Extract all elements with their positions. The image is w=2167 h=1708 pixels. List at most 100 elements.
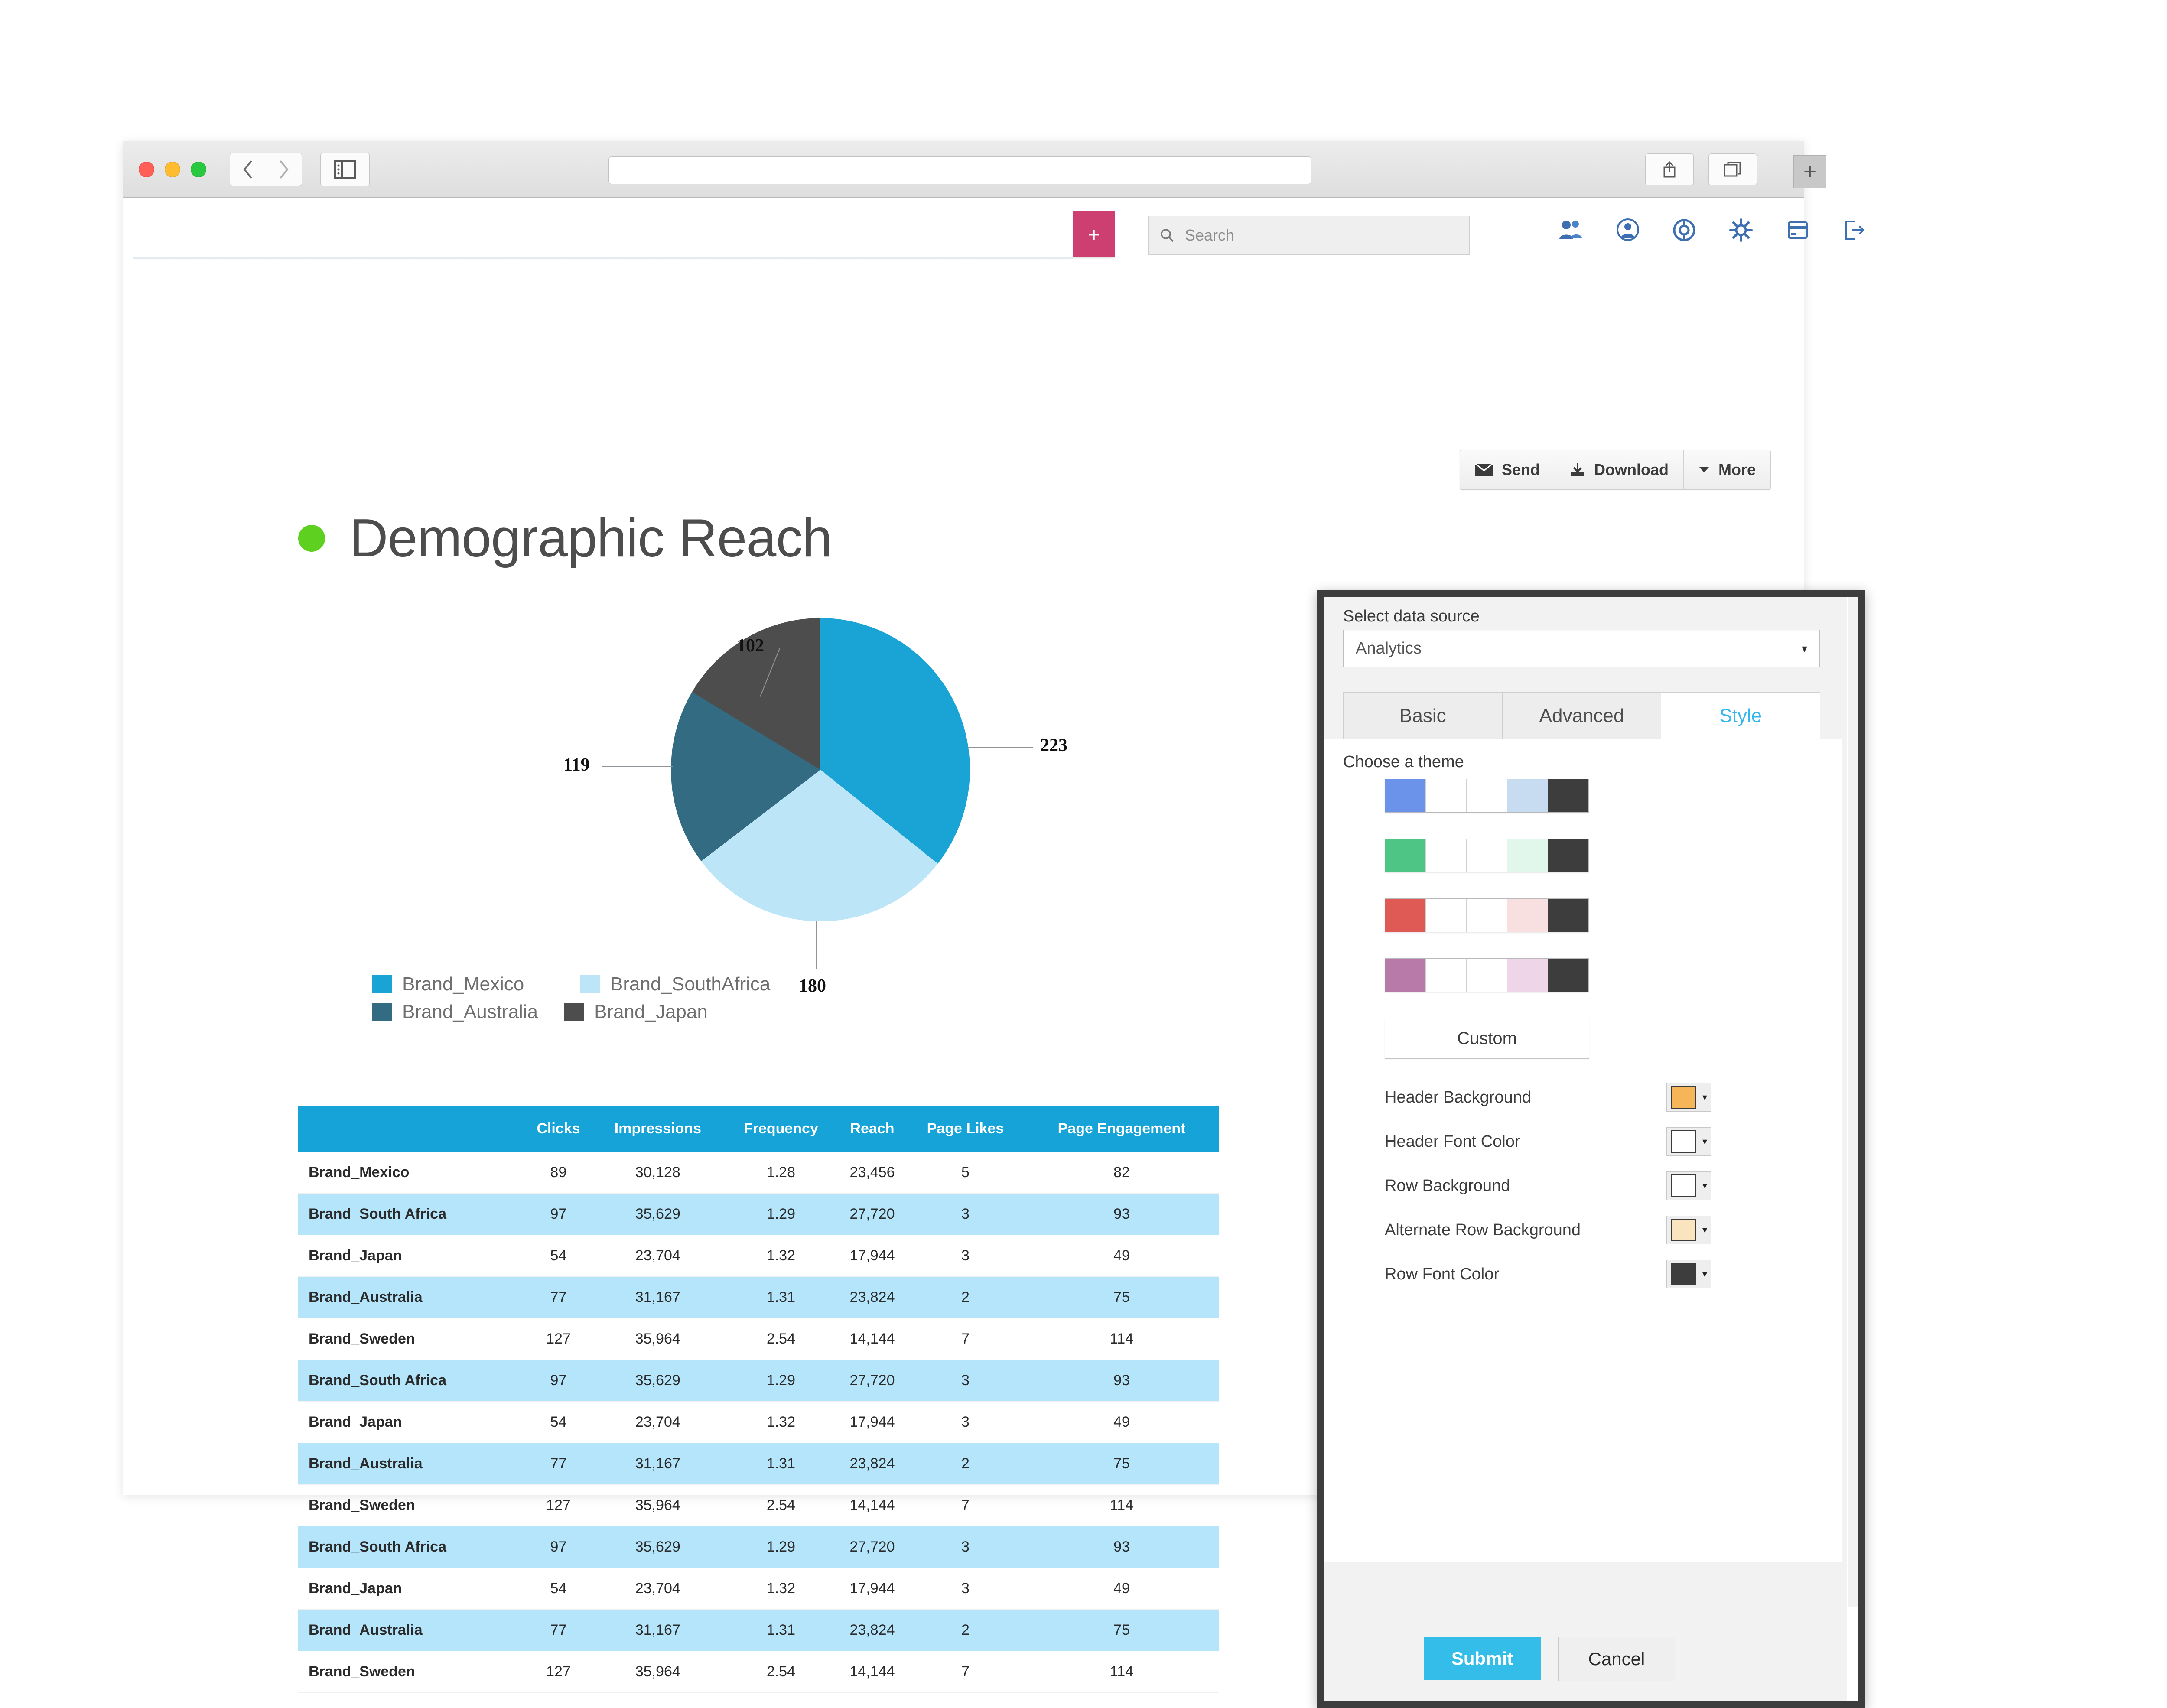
- table-row[interactable]: Brand_Japan 54 23,704 1.32 17,944 3 49: [298, 1401, 1219, 1443]
- back-button[interactable]: [230, 152, 266, 186]
- table-cell-value: 23,704: [591, 1401, 724, 1443]
- modal-footer: Submit Cancel: [1324, 1616, 1842, 1701]
- table-row[interactable]: Brand_Sweden 127 35,964 2.54 14,144 7 114: [298, 1651, 1219, 1693]
- chrome-right-buttons: [1645, 153, 1757, 185]
- theme-option-red[interactable]: [1385, 898, 1589, 932]
- users-icon[interactable]: [1558, 218, 1583, 242]
- tab-style[interactable]: Style: [1661, 692, 1821, 739]
- table-cell-name: Brand_South Africa: [298, 1193, 525, 1235]
- address-bar[interactable]: [608, 156, 1311, 184]
- color-chip: [1671, 1086, 1696, 1109]
- send-label: Send: [1501, 461, 1540, 478]
- submit-button[interactable]: Submit: [1424, 1637, 1541, 1680]
- add-button[interactable]: +: [1073, 211, 1115, 257]
- modal-scrollbar[interactable]: [1847, 597, 1858, 1701]
- table-row[interactable]: Brand_Australia 77 31,167 1.31 23,824 2 75: [298, 1443, 1219, 1485]
- table-header-reach[interactable]: Reach: [838, 1106, 907, 1152]
- theme-option-purple[interactable]: [1385, 958, 1589, 992]
- page-title: Demographic Reach: [349, 508, 832, 568]
- new-tab-button[interactable]: +: [1793, 155, 1826, 188]
- color-chip: [1671, 1174, 1696, 1197]
- more-label: More: [1718, 461, 1756, 478]
- show-tabs-icon: [1724, 162, 1741, 177]
- page-title-row: Demographic Reach: [298, 508, 832, 569]
- close-window-icon[interactable]: [139, 161, 154, 177]
- theme-swatch: [1426, 899, 1467, 932]
- table-cell-value: 7: [906, 1651, 1025, 1693]
- table-header-name[interactable]: [298, 1106, 525, 1152]
- table-cell-value: 77: [525, 1276, 592, 1318]
- table-cell-value: 35,629: [591, 1193, 724, 1235]
- table-row[interactable]: Brand_Australia 77 31,167 1.31 23,824 2 75: [298, 1609, 1219, 1651]
- minimize-window-icon[interactable]: [165, 161, 180, 177]
- chevron-down-icon: ▾: [1801, 641, 1807, 655]
- custom-theme-button[interactable]: Custom: [1385, 1018, 1589, 1059]
- table-header-clicks[interactable]: Clicks: [525, 1106, 592, 1152]
- search-placeholder: Search: [1185, 226, 1235, 244]
- table-row[interactable]: Brand_Sweden 127 35,964 2.54 14,144 7 114: [298, 1484, 1219, 1526]
- legend-swatch: [372, 1003, 392, 1021]
- pie-label-102: 102: [737, 636, 764, 656]
- table-cell-value: 23,824: [838, 1443, 907, 1485]
- legend-item-brand-japan[interactable]: Brand_Japan: [564, 1001, 746, 1023]
- table-header-page-likes[interactable]: Page Likes: [906, 1106, 1025, 1152]
- table-cell-value: 114: [1024, 1484, 1219, 1526]
- legend-item-brand-australia[interactable]: Brand_Australia: [372, 1001, 538, 1023]
- table-cell-name: Brand_Sweden: [298, 1318, 525, 1360]
- logout-icon[interactable]: [1843, 219, 1865, 241]
- maximize-window-icon[interactable]: [191, 161, 206, 177]
- cancel-button[interactable]: Cancel: [1558, 1637, 1675, 1681]
- table-header-frequency[interactable]: Frequency: [724, 1106, 838, 1152]
- gear-icon[interactable]: [1729, 218, 1753, 242]
- table-row[interactable]: Brand_Australia 77 31,167 1.31 23,824 2 75: [298, 1276, 1219, 1318]
- download-label: Download: [1594, 461, 1669, 478]
- more-button[interactable]: More: [1683, 450, 1770, 489]
- table-cell-value: 54: [525, 1235, 592, 1277]
- theme-swatch: [1385, 779, 1426, 812]
- table-row[interactable]: Brand_Japan 54 23,704 1.32 17,944 3 49: [298, 1568, 1219, 1610]
- send-button[interactable]: Send: [1460, 450, 1555, 489]
- download-button[interactable]: Download: [1555, 450, 1684, 489]
- table-row[interactable]: Brand_Sweden 127 35,964 2.54 14,144 7 114: [298, 1318, 1219, 1360]
- tab-advanced[interactable]: Advanced: [1502, 692, 1662, 739]
- header-font-color-picker[interactable]: ▾: [1666, 1127, 1711, 1156]
- table-row[interactable]: Brand_Japan 54 23,704 1.32 17,944 3 49: [298, 1235, 1219, 1277]
- table-cell-value: 1.29: [724, 1193, 838, 1235]
- legend-label: Brand_Japan: [594, 1001, 708, 1022]
- share-button[interactable]: [1645, 153, 1694, 185]
- row-font-color-picker[interactable]: ▾: [1666, 1260, 1711, 1288]
- modal-scrollbar-thumb[interactable]: [1848, 597, 1858, 1607]
- forward-button[interactable]: [266, 152, 302, 186]
- table-cell-value: 17,944: [838, 1568, 907, 1610]
- sidebar-toggle-button[interactable]: [320, 152, 370, 186]
- show-tabs-button[interactable]: [1708, 153, 1757, 185]
- table-cell-value: 35,629: [591, 1526, 724, 1568]
- table-row[interactable]: Brand_South Africa 97 35,629 1.29 27,720 3 93: [298, 1193, 1219, 1235]
- search-input[interactable]: Search: [1148, 216, 1470, 255]
- table-header-impressions[interactable]: Impressions: [591, 1106, 724, 1152]
- table-cell-name: Brand_South Africa: [298, 1360, 525, 1402]
- chevron-left-icon: [243, 160, 252, 179]
- table-cell-value: 2.54: [724, 1484, 838, 1526]
- user-icon[interactable]: [1617, 218, 1639, 242]
- download-icon: [1571, 463, 1584, 476]
- row-background-color-picker[interactable]: ▾: [1666, 1171, 1711, 1200]
- alternate-row-background-color-picker[interactable]: ▾: [1666, 1216, 1711, 1244]
- table-row[interactable]: Brand_South Africa 97 35,629 1.29 27,720 3 93: [298, 1526, 1219, 1568]
- theme-option-green[interactable]: [1385, 839, 1589, 872]
- lifebuoy-icon[interactable]: [1673, 218, 1695, 242]
- header-background-color-picker[interactable]: ▾: [1666, 1083, 1711, 1112]
- data-source-select[interactable]: Analytics ▾: [1343, 630, 1820, 667]
- card-icon[interactable]: [1786, 220, 1809, 241]
- table-cell-value: 54: [525, 1401, 592, 1443]
- table-row[interactable]: Brand_Mexico 89 30,128 1.28 23,456 5 82: [298, 1152, 1219, 1194]
- color-chip: [1671, 1219, 1696, 1241]
- tab-basic[interactable]: Basic: [1343, 692, 1503, 739]
- theme-swatch: [1426, 959, 1467, 992]
- legend-item-brand-southafrica[interactable]: Brand_SouthAfrica: [580, 973, 1013, 995]
- table-row[interactable]: Brand_South Africa 97 35,629 1.29 27,720 3 93: [298, 1360, 1219, 1402]
- theme-swatch: [1507, 839, 1548, 872]
- legend-item-brand-mexico[interactable]: Brand_Mexico: [372, 973, 554, 995]
- theme-option-blue[interactable]: [1385, 779, 1589, 813]
- table-header-page-engagement[interactable]: Page Engagement: [1024, 1106, 1219, 1152]
